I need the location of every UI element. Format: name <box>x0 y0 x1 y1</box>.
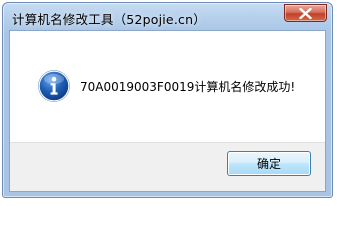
dialog-client-area: 70A0019003F0019计算机名修改成功! 确定 <box>9 30 326 192</box>
info-icon <box>38 70 70 102</box>
message-text: 70A0019003F0019计算机名修改成功! <box>80 80 296 94</box>
button-bar: 确定 <box>10 142 325 191</box>
close-button[interactable] <box>284 4 327 22</box>
close-icon <box>299 8 312 19</box>
title-bar[interactable]: 计算机名修改工具（52pojie.cn） <box>3 3 332 31</box>
ok-button[interactable]: 确定 <box>227 151 311 176</box>
message-area: 70A0019003F0019计算机名修改成功! <box>10 31 325 142</box>
window-title: 计算机名修改工具（52pojie.cn） <box>12 12 206 27</box>
dialog-window: 计算机名修改工具（52pojie.cn） 70A0019003F0019计算机名… <box>2 2 333 198</box>
